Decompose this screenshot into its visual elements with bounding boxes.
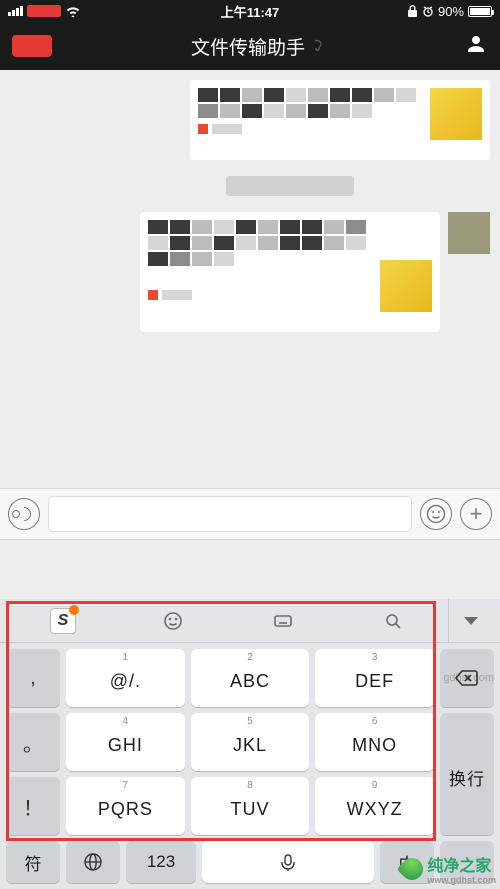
message-row: [10, 212, 490, 332]
key-tuv[interactable]: 8TUV: [191, 777, 310, 835]
message-bubble[interactable]: [190, 80, 490, 160]
key-comma[interactable]: ,: [6, 649, 60, 707]
leaf-icon: [397, 853, 428, 884]
key-period[interactable]: 。: [6, 713, 60, 771]
battery-percent: 90%: [438, 4, 464, 19]
signal-icon: [8, 6, 23, 16]
chat-title: 文件传输助手: [191, 33, 305, 60]
earpiece-icon: [311, 38, 325, 55]
battery-icon: [468, 6, 492, 17]
message-row: [10, 80, 490, 160]
key-jkl[interactable]: 5JKL: [191, 713, 310, 771]
voice-button[interactable]: [8, 498, 40, 530]
key-@/.[interactable]: 1@/.: [66, 649, 185, 707]
status-time: 上午11:47: [221, 2, 280, 21]
alarm-icon: [422, 5, 434, 17]
keyboard-collapse-button[interactable]: [448, 599, 492, 642]
key-globe[interactable]: [66, 841, 120, 883]
key-space[interactable]: [202, 841, 374, 883]
key-def[interactable]: 3DEF: [315, 649, 434, 707]
back-button[interactable]: [12, 35, 52, 57]
emoji-button[interactable]: [420, 498, 452, 530]
chat-area[interactable]: [0, 70, 500, 488]
ime-sogou-button[interactable]: S: [8, 599, 118, 642]
message-bubble[interactable]: [140, 212, 440, 332]
watermark-url: gdhst.com: [443, 672, 494, 684]
key-mno[interactable]: 6MNO: [315, 713, 434, 771]
ime-emoji-button[interactable]: [118, 599, 228, 642]
message-input[interactable]: [48, 496, 412, 532]
input-bar: +: [0, 488, 500, 540]
profile-button[interactable]: [464, 32, 488, 61]
key-123[interactable]: 123: [126, 841, 196, 883]
key-pqrs[interactable]: 7PQRS: [66, 777, 185, 835]
carrier-redacted: [27, 5, 61, 17]
watermark-brand: 纯净之家www.gdhst.com: [401, 852, 496, 885]
key-wxyz[interactable]: 9WXYZ: [315, 777, 434, 835]
keyboard-toolbar: S: [0, 599, 500, 643]
key-exclaim[interactable]: ！: [6, 777, 60, 835]
status-bar: 上午11:47 90%: [0, 0, 500, 22]
more-button[interactable]: +: [460, 498, 492, 530]
avatar[interactable]: [448, 212, 490, 254]
key-enter[interactable]: 换行: [440, 713, 494, 835]
lock-icon: [407, 5, 418, 17]
ime-search-button[interactable]: [338, 599, 448, 642]
nav-bar: 文件传输助手: [0, 22, 500, 70]
wifi-icon: [65, 5, 81, 17]
key-symbols[interactable]: 符: [6, 841, 60, 883]
key-ghi[interactable]: 4GHI: [66, 713, 185, 771]
ime-keyboard-button[interactable]: [228, 599, 338, 642]
keyboard: S , 。 ！ 1@/.2ABC3DEF 4GHI5JKL6MNO 7PQRS8TU…: [0, 599, 500, 889]
timestamp: [10, 176, 490, 196]
key-abc[interactable]: 2ABC: [191, 649, 310, 707]
